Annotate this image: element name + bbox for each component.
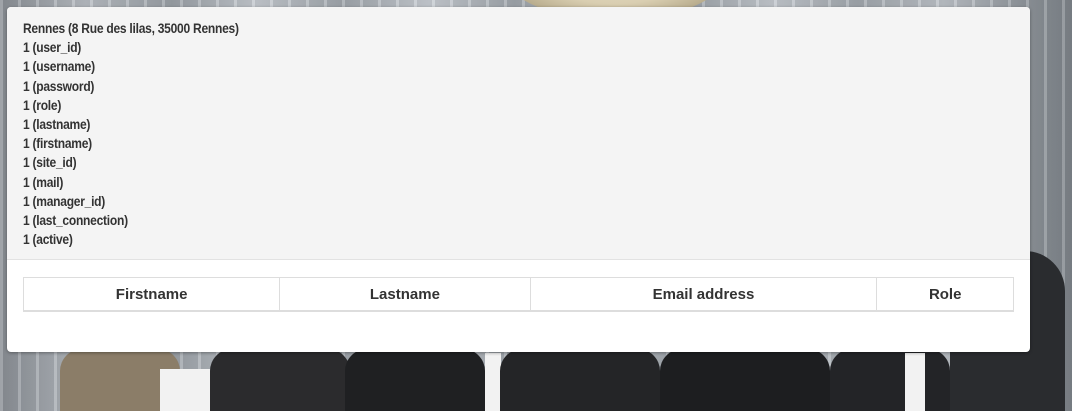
site-info-header: Rennes (8 Rue des lilas, 35000 Rennes) 1… (7, 7, 1030, 260)
column-header-email[interactable]: Email address (529, 277, 878, 312)
site-details-panel: Rennes (8 Rue des lilas, 35000 Rennes) 1… (7, 7, 1030, 352)
field-role: 1 (role) (23, 96, 62, 113)
field-mail: 1 (mail) (23, 173, 64, 190)
field-last-connection: 1 (last_connection) (23, 212, 128, 229)
field-manager-id: 1 (manager_id) (23, 192, 106, 209)
field-site-id: 1 (site_id) (23, 154, 77, 171)
panel-body: Firstname Lastname Email address Role (7, 260, 1030, 312)
column-header-lastname[interactable]: Lastname (279, 277, 531, 312)
users-table: Firstname Lastname Email address Role (22, 277, 1014, 312)
field-username: 1 (username) (23, 58, 95, 75)
site-title: Rennes (8 Rue des lilas, 35000 Rennes) (23, 20, 239, 36)
field-user-id: 1 (user_id) (23, 39, 82, 56)
column-header-firstname[interactable]: Firstname (22, 277, 281, 312)
column-header-role[interactable]: Role (876, 277, 1014, 312)
table-header-row: Firstname Lastname Email address Role (22, 277, 1014, 312)
field-firstname: 1 (firstname) (23, 135, 92, 152)
field-password: 1 (password) (23, 77, 95, 94)
field-lastname: 1 (lastname) (23, 116, 91, 133)
field-active: 1 (active) (23, 231, 73, 248)
